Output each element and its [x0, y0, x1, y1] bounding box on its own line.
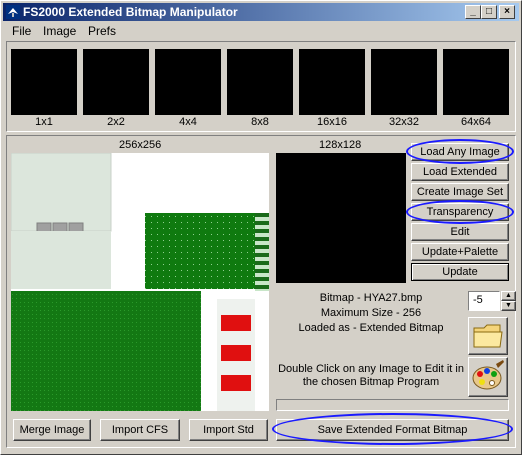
import-std-button[interactable]: Import Std [189, 419, 268, 441]
loaded-as-text: Loaded as - Extended Bitmap [298, 322, 444, 334]
spin-up-icon[interactable]: ▲ [501, 291, 516, 301]
thumbnail-label: 2x2 [107, 116, 125, 128]
palette-icon [472, 360, 504, 390]
save-extended-bitmap-button[interactable]: Save Extended Format Bitmap [276, 419, 509, 441]
main-window: FS2000 Extended Bitmap Manipulator _ □ ×… [0, 0, 522, 455]
create-image-set-button[interactable]: Create Image Set [411, 183, 509, 201]
thumbnail-1x1[interactable] [11, 49, 77, 115]
thumbnail-label: 4x4 [179, 116, 197, 128]
merge-image-button[interactable]: Merge Image [13, 419, 91, 441]
thumbnail-label: 8x8 [251, 116, 269, 128]
close-button[interactable]: × [499, 5, 515, 19]
import-cfs-button[interactable]: Import CFS [100, 419, 180, 441]
thumbnail-32x32[interactable] [371, 49, 437, 115]
update-button[interactable]: Update [411, 263, 509, 281]
edit-button[interactable]: Edit [411, 223, 509, 241]
thumbnail-16x16[interactable] [299, 49, 365, 115]
preview-large-label: 256x256 [119, 139, 162, 151]
quantity-stepper[interactable]: -5 [468, 291, 500, 311]
spinner-value: -5 [473, 294, 483, 306]
max-size-text: Maximum Size - 256 [320, 307, 422, 319]
window-title: FS2000 Extended Bitmap Manipulator [23, 5, 238, 19]
menu-image[interactable]: Image [43, 24, 76, 38]
bitmap-preview-large[interactable] [11, 153, 269, 411]
hint-text-line2: the chosen Bitmap Program [302, 376, 440, 388]
title-bar[interactable]: FS2000 Extended Bitmap Manipulator _ □ × [3, 3, 519, 21]
load-any-image-button[interactable]: Load Any Image [411, 143, 509, 161]
load-extended-button[interactable]: Load Extended [411, 163, 509, 181]
folder-button[interactable] [468, 317, 508, 355]
thumbnail-label: 32x32 [389, 116, 419, 128]
app-icon [6, 5, 20, 19]
bitmap-name-text: Bitmap - HYA27.bmp [319, 292, 423, 304]
folder-icon [473, 324, 503, 348]
palette-button[interactable] [468, 357, 508, 397]
update-palette-button[interactable]: Update+Palette [411, 243, 509, 261]
thumbnail-8x8[interactable] [227, 49, 293, 115]
thumbnail-label: 1x1 [35, 116, 53, 128]
thumbnail-2x2[interactable] [83, 49, 149, 115]
preview-small-label: 128x128 [319, 139, 362, 151]
menu-file[interactable]: File [12, 24, 31, 38]
bitmap-preview-small[interactable] [276, 153, 406, 283]
maximize-button[interactable]: □ [481, 5, 497, 19]
menu-prefs[interactable]: Prefs [88, 24, 116, 38]
minimize-button[interactable]: _ [465, 5, 481, 19]
hint-text-line1: Double Click on any Image to Edit it in [278, 363, 464, 375]
thumbnail-64x64[interactable] [443, 49, 509, 115]
thumbnail-4x4[interactable] [155, 49, 221, 115]
transparency-button[interactable]: Transparency [411, 203, 509, 221]
spin-down-icon[interactable]: ▼ [501, 301, 516, 311]
progress-bar [276, 399, 509, 411]
thumbnail-label: 64x64 [461, 116, 491, 128]
thumbnail-label: 16x16 [317, 116, 347, 128]
